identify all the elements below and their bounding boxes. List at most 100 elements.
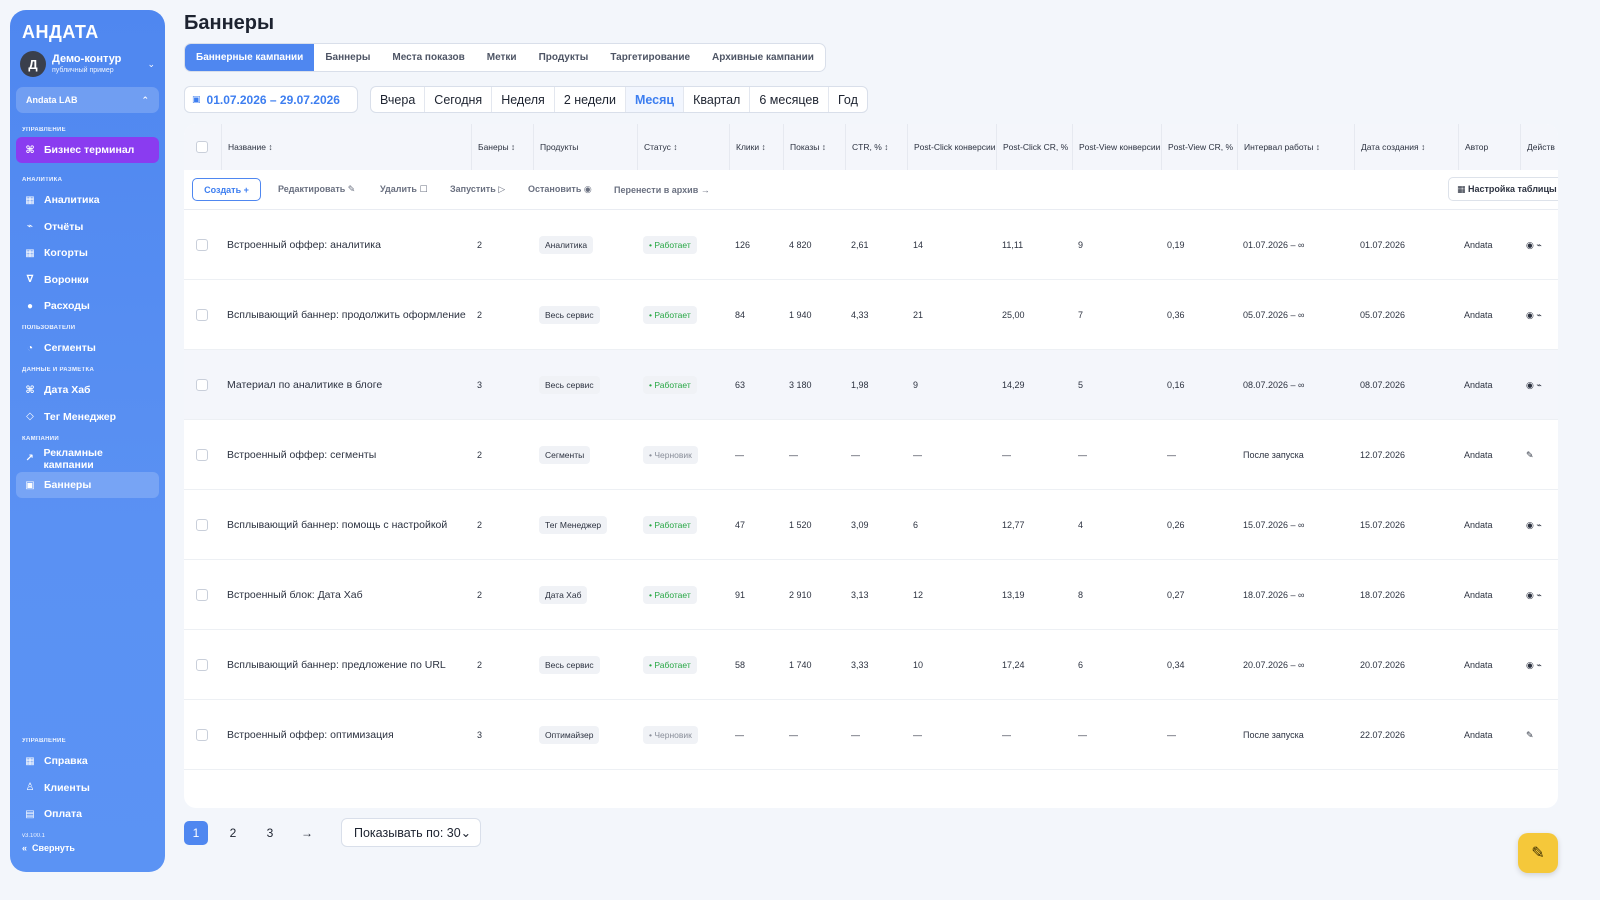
table-row[interactable]: Всплывающий баннер: помощь с настройкой 2…: [184, 490, 1558, 560]
period-month[interactable]: Месяц: [624, 87, 684, 112]
sidebar-item-cohorts[interactable]: ▦ Когорты: [16, 240, 159, 266]
row-checkbox[interactable]: [196, 519, 208, 531]
cell-action[interactable]: ◉ ⌁: [1526, 280, 1542, 350]
table-row[interactable]: Встроенный оффер: оптимизация 3 Оптимайзер…: [184, 700, 1558, 770]
stop-button[interactable]: Остановить ◉: [528, 178, 592, 201]
row-checkbox[interactable]: [196, 589, 208, 601]
table-row[interactable]: Встроенный оффер: аналитика 2 Аналитика • Р…: [184, 210, 1558, 280]
tab-archived[interactable]: Архивные кампании: [701, 44, 825, 71]
col-name[interactable]: Название ↕: [221, 124, 471, 170]
tab-tags[interactable]: Метки: [476, 44, 528, 71]
table-row[interactable]: Встроенный блок: Дата Хаб 2 Дата Хаб • Рабо…: [184, 560, 1558, 630]
cell-action[interactable]: ◉ ⌁: [1526, 350, 1542, 420]
row-checkbox[interactable]: [196, 449, 208, 461]
edit-button[interactable]: Редактировать ✎: [278, 178, 355, 201]
cell-name[interactable]: Встроенный блок: Дата Хаб: [227, 560, 467, 630]
col-ctr[interactable]: CTR, % ↕: [845, 124, 907, 170]
feedback-pencil-icon[interactable]: ✎: [1518, 833, 1558, 873]
table-toolbar: Создать + Редактировать ✎ Удалить ☐ Запу…: [184, 170, 1558, 210]
table-settings-button[interactable]: ▦ Настройка таблицы: [1448, 177, 1558, 201]
col-banners[interactable]: Банеры ↕: [471, 124, 533, 170]
period-today[interactable]: Сегодня: [424, 87, 491, 112]
cell-action[interactable]: ✎: [1526, 420, 1534, 490]
table-row[interactable]: Встроенный оффер: сегменты 2 Сегменты • Чер…: [184, 420, 1558, 490]
cell-action[interactable]: ◉ ⌁: [1526, 630, 1542, 700]
sidebar-item-banners[interactable]: ▣ Баннеры: [16, 472, 159, 498]
tab-targeting[interactable]: Таргетирование: [599, 44, 701, 71]
page-3-button[interactable]: 3: [258, 821, 282, 845]
toggle-icon[interactable]: ◉ ⌁: [1526, 520, 1542, 531]
table-row[interactable]: Материал по аналитике в блоге 3 Весь серви…: [184, 350, 1558, 420]
cell-banners: 2: [477, 450, 483, 460]
page-1-button[interactable]: 1: [184, 821, 208, 845]
archive-button[interactable]: Перенести в архив →: [614, 178, 710, 201]
cell-name[interactable]: Материал по аналитике в блоге: [227, 350, 467, 420]
cell-action[interactable]: ◉ ⌁: [1526, 560, 1542, 630]
cell-name[interactable]: Всплывающий баннер: предложение по URL: [227, 630, 467, 700]
tab-banner-campaigns[interactable]: Баннерные кампании: [185, 44, 315, 71]
sidebar-item-analytics[interactable]: ▦ Аналитика: [16, 187, 159, 213]
period-quarter[interactable]: Квартал: [683, 87, 749, 112]
row-checkbox[interactable]: [196, 659, 208, 671]
col-status[interactable]: Статус ↕: [637, 124, 729, 170]
cell-name[interactable]: Встроенный оффер: сегменты: [227, 420, 467, 490]
sidebar-item-billing[interactable]: ▤ Оплата: [16, 801, 159, 827]
col-interval[interactable]: Интервал работы ↕: [1237, 124, 1354, 170]
sidebar-item-clients[interactable]: ♙ Клиенты: [16, 775, 159, 801]
col-shows[interactable]: Показы ↕: [783, 124, 845, 170]
period-6-months[interactable]: 6 месяцев: [749, 87, 828, 112]
period-year[interactable]: Год: [827, 87, 867, 112]
product-tag: Аналитика: [539, 236, 594, 254]
tab-products[interactable]: Продукты: [528, 44, 600, 71]
collapse-sidebar-button[interactable]: « Свернуть: [16, 843, 159, 853]
row-checkbox[interactable]: [196, 309, 208, 321]
edit-pencil-icon[interactable]: ✎: [1526, 730, 1534, 741]
row-checkbox[interactable]: [196, 729, 208, 741]
cell-action[interactable]: ◉ ⌁: [1526, 490, 1542, 560]
sidebar-item-funnels[interactable]: ∇ Воронки: [16, 267, 159, 293]
coin-icon: ●: [26, 300, 34, 312]
sidebar-item-adcampaigns[interactable]: ↗ Рекламные кампании: [16, 446, 159, 472]
toggle-icon[interactable]: ◉ ⌁: [1526, 240, 1542, 251]
sidebar-item-reports[interactable]: ⌁ Отчёты: [16, 214, 159, 240]
table-row[interactable]: Всплывающий баннер: предложение по URL 2 В…: [184, 630, 1558, 700]
cell-name[interactable]: Встроенный оффер: аналитика: [227, 210, 467, 280]
next-page-arrow-icon[interactable]: →: [295, 821, 319, 845]
start-button[interactable]: Запустить ▷: [450, 178, 505, 201]
sidebar-item-segments[interactable]: ◔ Сегменты: [16, 335, 159, 361]
period-yesterday[interactable]: Вчера: [371, 87, 424, 112]
edit-pencil-icon[interactable]: ✎: [1526, 450, 1534, 461]
cell-action[interactable]: ✎: [1526, 700, 1534, 770]
sidebar-item-datahub[interactable]: ⌘ Дата Хаб: [16, 377, 159, 403]
col-clicks[interactable]: Клики ↕: [729, 124, 783, 170]
row-checkbox[interactable]: [196, 239, 208, 251]
tab-placements[interactable]: Места показов: [381, 44, 475, 71]
toggle-icon[interactable]: ◉ ⌁: [1526, 590, 1542, 601]
toggle-icon[interactable]: ◉ ⌁: [1526, 660, 1542, 671]
sidebar-item-terminal[interactable]: ⌘ Бизнес терминал: [16, 137, 159, 163]
select-all-checkbox[interactable]: [196, 141, 208, 153]
period-week[interactable]: Неделя: [491, 87, 554, 112]
table-row[interactable]: Всплывающий баннер: продолжить оформлени…: [184, 280, 1558, 350]
delete-button[interactable]: Удалить ☐: [380, 178, 428, 201]
per-page-select[interactable]: Показывать по: 30⌄: [341, 818, 481, 847]
date-range-picker[interactable]: ▣ 01.07.2026 – 29.07.2026: [184, 86, 358, 113]
org-switcher[interactable]: Andata LAB ⌃: [16, 87, 159, 113]
cell-action[interactable]: ◉ ⌁: [1526, 210, 1542, 280]
toggle-icon[interactable]: ◉ ⌁: [1526, 380, 1542, 391]
col-author: Автор: [1458, 124, 1520, 170]
cell-name[interactable]: Всплывающий баннер: помощь с настройкой: [227, 490, 467, 560]
tab-banners[interactable]: Баннеры: [314, 44, 381, 71]
account-switcher[interactable]: Д Демо-контур публичный пример ⌄: [16, 51, 159, 77]
create-button[interactable]: Создать +: [192, 178, 261, 201]
page-2-button[interactable]: 2: [221, 821, 245, 845]
toggle-icon[interactable]: ◉ ⌁: [1526, 310, 1542, 321]
sidebar-item-expenses[interactable]: ● Расходы: [16, 293, 159, 319]
sidebar-item-help[interactable]: ▦ Справка: [16, 748, 159, 774]
row-checkbox[interactable]: [196, 379, 208, 391]
cell-name[interactable]: Встроенный оффер: оптимизация: [227, 700, 467, 770]
period-2-weeks[interactable]: 2 недели: [553, 87, 625, 112]
sidebar-item-tagmanager[interactable]: ◇ Тег Менеджер: [16, 404, 159, 430]
cell-name[interactable]: Всплывающий баннер: продолжить оформлени…: [227, 280, 467, 350]
col-created[interactable]: Дата создания ↕: [1354, 124, 1458, 170]
